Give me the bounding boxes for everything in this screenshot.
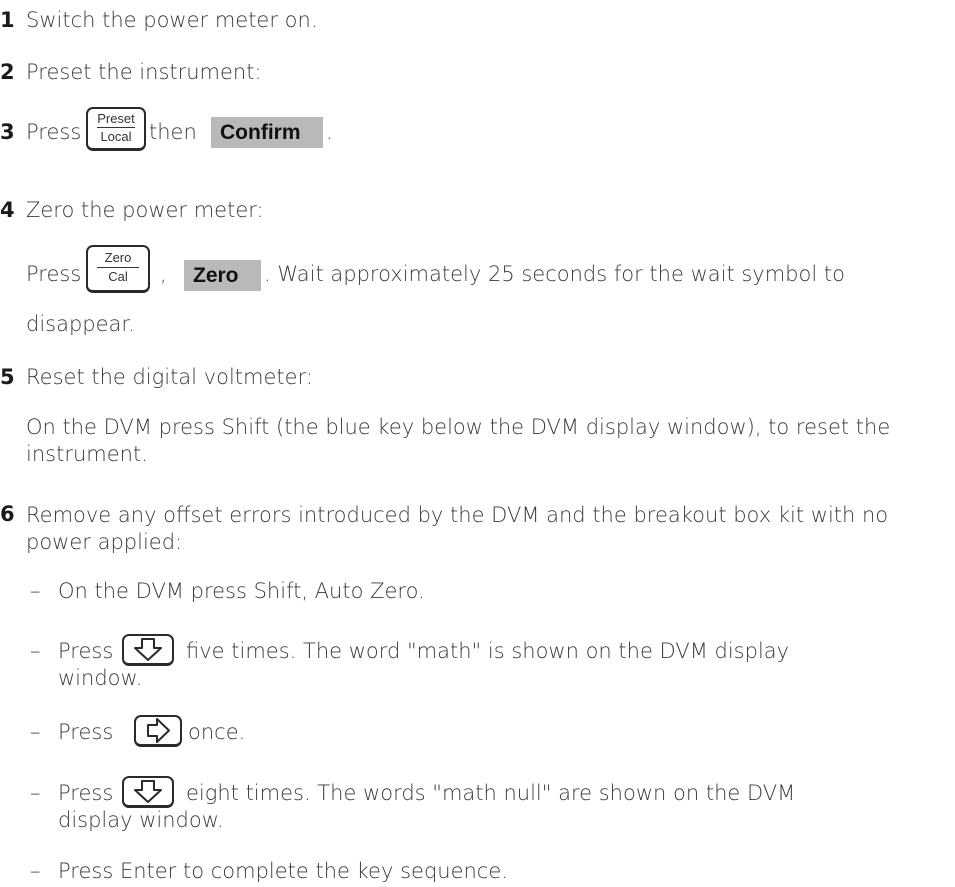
- step-text: Remove any offset errors introduced by t…: [26, 503, 889, 554]
- key-bottom-label: Cal: [108, 269, 128, 284]
- key-fraction-bar: [97, 127, 135, 128]
- then-label: then: [149, 120, 197, 144]
- step-subtext: disappear.: [26, 312, 135, 336]
- step-text: Reset the digital voltmeter:: [26, 365, 313, 389]
- key-top-label: Preset: [97, 111, 135, 126]
- preset-local-key[interactable]: Preset Local: [86, 107, 146, 151]
- key-bottom-label: Local: [100, 129, 132, 144]
- press-label: Press: [58, 639, 114, 663]
- bullet-dash: –: [30, 720, 41, 744]
- confirm-softkey[interactable]: Confirm: [211, 117, 323, 148]
- bullet-text: Press Enter to complete the key sequence…: [58, 859, 508, 883]
- step-text: Switch the power meter on.: [26, 8, 318, 32]
- zero-cal-key[interactable]: Zero Cal: [86, 245, 150, 293]
- bullet-dash: –: [30, 781, 41, 805]
- key-top-label: Zero: [104, 250, 132, 265]
- bullet-dash: –: [30, 859, 41, 883]
- bullet-dash: –: [30, 579, 41, 603]
- bullet-text: On the DVM press Shift, Auto Zero.: [58, 579, 425, 603]
- down-arrow-key[interactable]: [122, 776, 174, 808]
- right-arrow-key-icon: [147, 718, 170, 743]
- step-text: Zero the power meter:: [26, 198, 264, 222]
- press-label: Press: [58, 720, 114, 744]
- bullet-text: window.: [58, 666, 143, 690]
- step-number: 1: [0, 8, 15, 32]
- step-subtext: . Wait approximately 25 seconds for the …: [264, 262, 845, 286]
- sentence-end: .: [326, 120, 333, 144]
- step-subtext: On the DVM press Shift (the blue key bel…: [26, 415, 891, 466]
- down-arrow-key-icon: [134, 638, 162, 661]
- bullet-dash: –: [30, 639, 41, 663]
- right-arrow-key[interactable]: [134, 715, 182, 747]
- press-label: Press: [26, 120, 82, 144]
- down-arrow-key-icon: [134, 780, 162, 803]
- bullet-text: once.: [188, 720, 246, 744]
- step-number: 2: [0, 60, 15, 84]
- comma: ,: [160, 262, 167, 286]
- press-label: Press: [58, 781, 114, 805]
- bullet-text: five times. The word "math" is shown on …: [186, 639, 790, 663]
- step-number: 5: [0, 365, 15, 389]
- zero-softkey[interactable]: Zero: [184, 260, 261, 291]
- bullet-text: display window.: [58, 808, 224, 832]
- step-number: 3: [0, 120, 15, 144]
- bullet-text: eight times. The words "math null" are s…: [186, 781, 796, 805]
- down-arrow-key[interactable]: [122, 634, 174, 666]
- step-number: 6: [0, 502, 15, 526]
- key-fraction-bar: [97, 267, 139, 268]
- step-text: Preset the instrument:: [26, 60, 262, 84]
- press-label: Press: [26, 262, 82, 286]
- step-number: 4: [0, 198, 15, 222]
